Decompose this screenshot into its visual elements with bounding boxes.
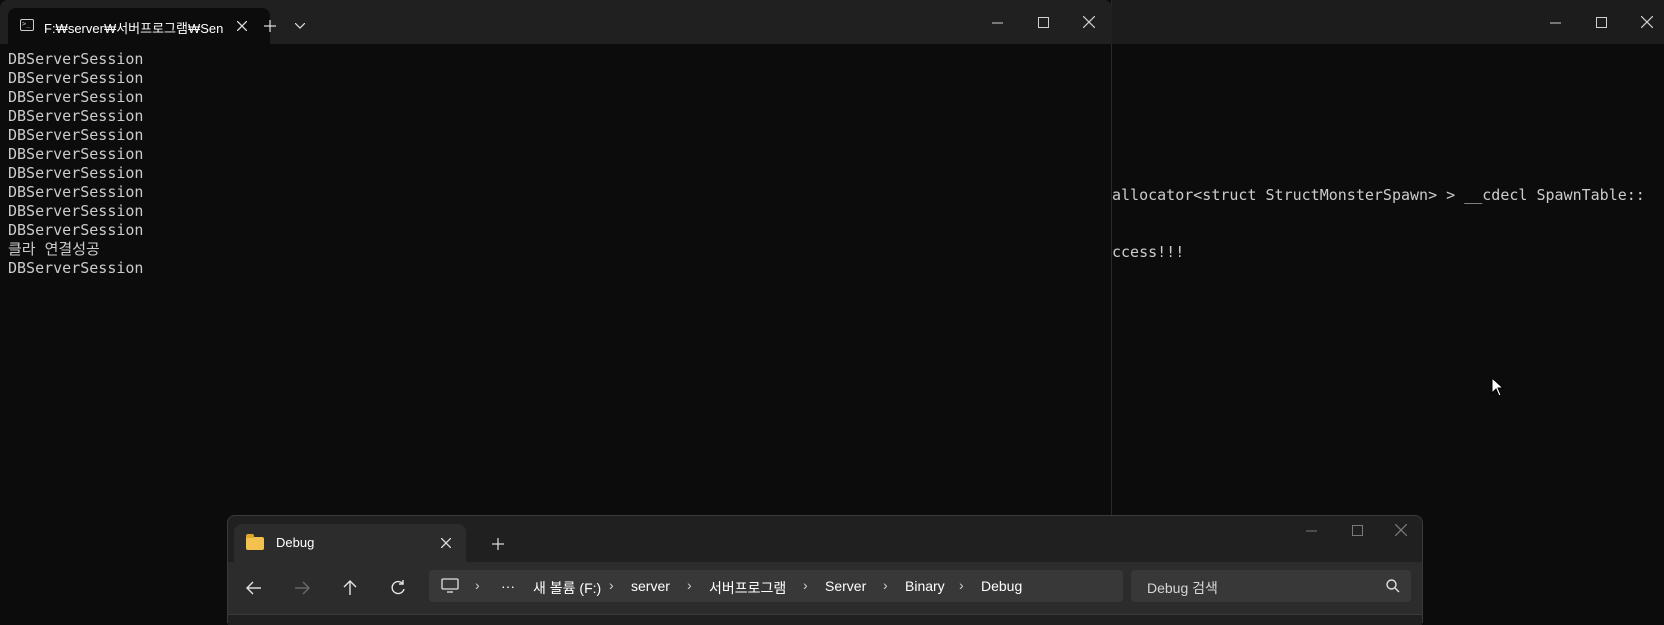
- chevron-right-icon: ›: [883, 577, 888, 593]
- arrow-up-icon: [343, 580, 357, 595]
- output-line: DBServerSession: [8, 202, 144, 220]
- tab-close-button[interactable]: [230, 14, 254, 38]
- background-terminal-output: allocator<struct StructMonsterSpawn> > _…: [1112, 148, 1645, 300]
- file-explorer-window[interactable]: Debug › ··· 새 볼륨 (F:) › server › 서버프로그램 …: [227, 515, 1424, 625]
- output-line: allocator<struct StructMonsterSpawn> > _…: [1112, 186, 1645, 204]
- chevron-right-icon: ›: [475, 577, 480, 593]
- back-button[interactable]: [236, 572, 272, 604]
- close-icon: [1395, 524, 1407, 536]
- computer-icon: [441, 578, 459, 593]
- folder-icon: [246, 534, 264, 550]
- more-breadcrumbs-button[interactable]: ···: [501, 578, 515, 594]
- output-line: DBServerSession: [8, 126, 144, 144]
- breadcrumb-item[interactable]: 새 볼륨 (F:): [533, 578, 601, 598]
- background-terminal-titlebar[interactable]: [1112, 0, 1664, 44]
- breadcrumb-item[interactable]: Binary: [905, 578, 945, 594]
- breadcrumb-item[interactable]: Server: [825, 578, 866, 594]
- breadcrumb-item[interactable]: 서버프로그램: [709, 578, 786, 598]
- output-line: DBServerSession: [8, 259, 144, 277]
- output-line: DBServerSession: [8, 50, 144, 68]
- terminal-output[interactable]: DBServerSession DBServerSession DBServer…: [8, 50, 143, 278]
- tab-close-button[interactable]: [434, 531, 458, 555]
- close-icon: [237, 21, 247, 31]
- output-line: DBServerSession: [8, 88, 144, 106]
- minimize-button[interactable]: [1288, 516, 1334, 544]
- forward-button[interactable]: [284, 572, 320, 604]
- maximize-icon: [1037, 16, 1049, 28]
- chevron-right-icon: ›: [687, 577, 692, 593]
- chevron-right-icon: ›: [959, 577, 964, 593]
- arrow-left-icon: [246, 581, 261, 595]
- new-tab-button[interactable]: [256, 12, 284, 40]
- terminal-icon: >_: [20, 19, 34, 31]
- output-line: DBServerSession: [8, 69, 144, 87]
- close-button[interactable]: [1066, 0, 1112, 44]
- maximize-icon: [1595, 16, 1607, 28]
- terminal-tab-title: F:₩server₩서버프로그램₩Sen: [44, 21, 224, 36]
- chevron-right-icon: ›: [609, 577, 614, 593]
- close-button[interactable]: [1378, 516, 1424, 544]
- maximize-button[interactable]: [1334, 516, 1380, 544]
- close-button[interactable]: [1624, 0, 1664, 44]
- close-icon: [1641, 16, 1653, 28]
- output-line: DBServerSession: [8, 221, 144, 239]
- output-line: DBServerSession: [8, 145, 144, 163]
- explorer-command-bar: [228, 614, 1422, 625]
- search-icon: [1386, 579, 1400, 593]
- close-icon: [441, 538, 451, 548]
- terminal-tab[interactable]: >_ F:₩server₩서버프로그램₩Sen: [8, 8, 270, 44]
- close-icon: [1083, 16, 1095, 28]
- output-line: ccess!!!: [1112, 243, 1185, 261]
- output-line: DBServerSession: [8, 107, 144, 125]
- output-line: 클라 연결성공: [8, 240, 100, 258]
- arrow-right-icon: [295, 581, 310, 595]
- breadcrumb-item[interactable]: server: [631, 578, 670, 594]
- minimize-button[interactable]: [1532, 0, 1578, 44]
- chevron-down-icon: [295, 23, 305, 29]
- output-line: DBServerSession: [8, 164, 144, 182]
- terminal-titlebar[interactable]: >_ F:₩server₩서버프로그램₩Sen: [0, 0, 1112, 44]
- refresh-icon: [391, 580, 405, 595]
- output-line: DBServerSession: [8, 183, 144, 201]
- up-button[interactable]: [332, 572, 368, 604]
- search-input[interactable]: Debug 검색: [1147, 578, 1218, 598]
- breadcrumb-item[interactable]: Debug: [981, 578, 1022, 594]
- maximize-icon: [1351, 524, 1363, 536]
- explorer-tab-title: Debug: [276, 535, 315, 550]
- chevron-right-icon: ›: [803, 577, 808, 593]
- address-bar[interactable]: › ··· 새 볼륨 (F:) › server › 서버프로그램 › Serv…: [429, 570, 1123, 602]
- tab-dropdown-button[interactable]: [286, 12, 314, 40]
- minimize-button[interactable]: [974, 0, 1020, 44]
- explorer-tab[interactable]: Debug: [234, 524, 466, 562]
- minimize-icon: [1305, 530, 1317, 531]
- plus-icon: [264, 20, 276, 32]
- maximize-button[interactable]: [1578, 0, 1624, 44]
- new-tab-button[interactable]: [484, 530, 512, 558]
- search-box[interactable]: Debug 검색: [1131, 570, 1411, 602]
- maximize-button[interactable]: [1020, 0, 1066, 44]
- minimize-icon: [1549, 22, 1561, 23]
- mouse-cursor-icon: [1491, 377, 1505, 397]
- plus-icon: [492, 538, 504, 550]
- refresh-button[interactable]: [380, 572, 416, 604]
- minimize-icon: [991, 22, 1003, 23]
